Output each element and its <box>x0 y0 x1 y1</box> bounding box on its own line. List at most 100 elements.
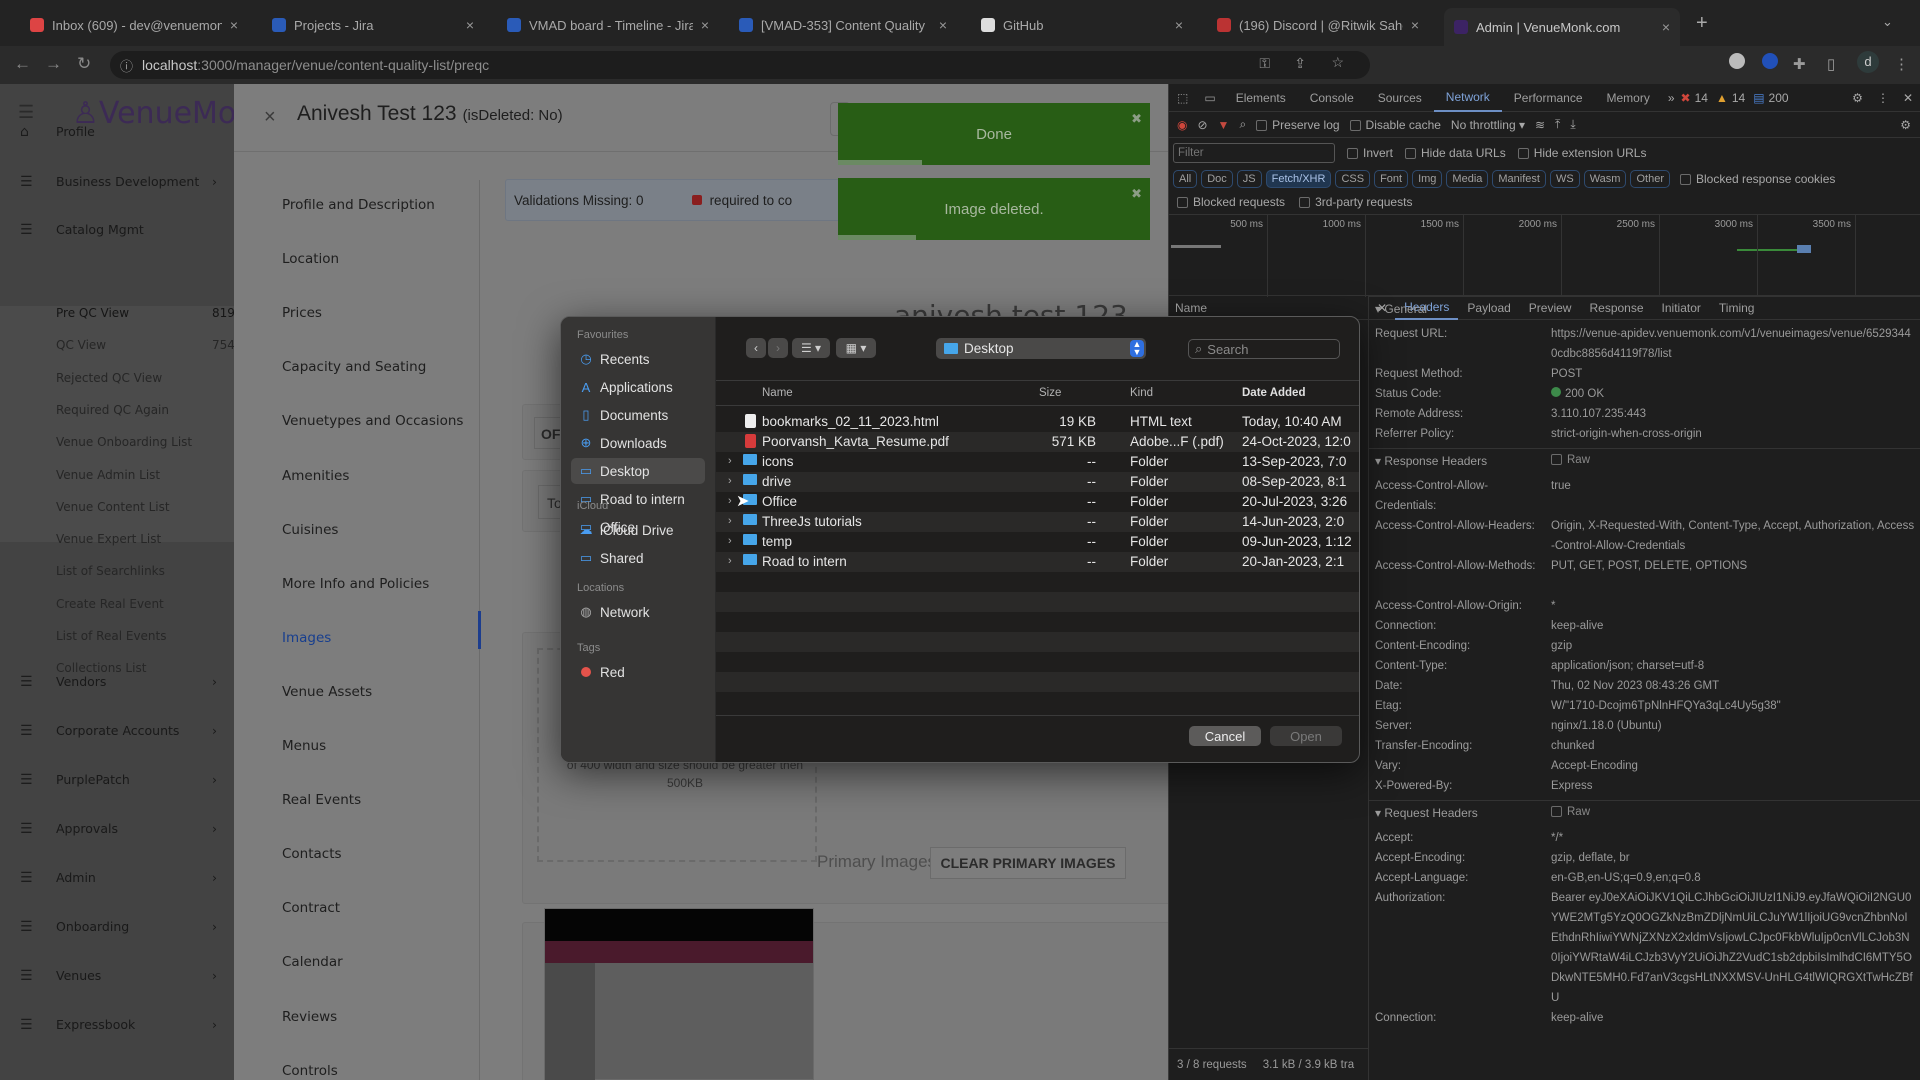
hide-data-urls-checkbox[interactable]: Hide data URLs <box>1405 146 1506 160</box>
error-icon[interactable]: ✖ <box>1681 91 1691 105</box>
section-header[interactable]: ▾ Response Headers <box>1375 454 1487 468</box>
devtools-tab[interactable]: Performance <box>1502 84 1595 112</box>
resource-type-filter[interactable]: Img <box>1412 170 1443 188</box>
browser-tab[interactable]: VMAD board - Timeline - Jira × <box>497 10 719 40</box>
info-icon[interactable]: ⓘ <box>120 56 133 75</box>
file-row[interactable]: › ThreeJs tutorials -- Folder 14-Jun-2023, 2… <box>716 512 1359 532</box>
list-view-button[interactable]: ☰ ▾ <box>792 338 830 358</box>
more-options-icon[interactable]: ⋮ <box>1871 91 1895 105</box>
resource-type-filter[interactable]: JS <box>1236 170 1262 188</box>
devtools-tab[interactable]: Memory <box>1595 84 1662 112</box>
section-nav-item[interactable]: Venue Assets <box>282 684 372 700</box>
catalog-subitem[interactable]: Collections List <box>56 661 234 675</box>
resource-type-filter[interactable]: CSS <box>1335 170 1371 188</box>
section-nav-item[interactable]: Images <box>282 630 331 646</box>
browser-tab[interactable]: Inbox (609) - dev@venuemonk × <box>20 10 248 40</box>
filter-icon[interactable]: ▼ <box>1218 118 1230 132</box>
sidebar-location[interactable]: ⊕ Downloads <box>571 430 705 456</box>
section-nav-item[interactable]: Controls <box>282 1063 338 1079</box>
browser-tab[interactable]: [VMAD-353] Content Quality × <box>729 10 957 40</box>
browser-tab[interactable]: Projects - Jira × <box>262 10 484 40</box>
devtools-tab[interactable]: Sources <box>1366 84 1434 112</box>
section-nav-item[interactable]: Cuisines <box>282 522 338 538</box>
section-nav-item[interactable]: Amenities <box>282 468 349 484</box>
back-button[interactable]: ‹ <box>746 338 766 358</box>
size-column[interactable]: Size <box>1039 387 1061 399</box>
catalog-subitem[interactable]: Venue Admin List <box>56 468 234 482</box>
network-settings-icon[interactable]: ⚙ <box>1900 118 1911 132</box>
device-toolbar-icon[interactable]: ▭ <box>1196 91 1223 105</box>
catalog-subitem[interactable]: QC View 754 <box>56 338 234 352</box>
catalog-subitem[interactable]: Venue Expert List <box>56 532 234 546</box>
primary-image-thumbnail[interactable] <box>544 908 814 1080</box>
devtools-tab[interactable]: Elements <box>1224 84 1298 112</box>
bookmark-star-icon[interactable]: ☆ <box>1331 54 1344 71</box>
inspect-element-icon[interactable]: ⬚ <box>1169 91 1196 105</box>
extension-d-icon[interactable] <box>1729 53 1745 69</box>
network-conditions-icon[interactable]: ≋ <box>1535 118 1545 132</box>
kind-column[interactable]: Kind <box>1130 387 1153 399</box>
resource-type-filter[interactable]: Media <box>1446 170 1489 188</box>
close-tab-icon[interactable]: × <box>1662 19 1670 35</box>
forward-icon[interactable]: → <box>45 54 62 74</box>
close-tab-icon[interactable]: × <box>701 17 709 33</box>
section-nav-item[interactable]: More Info and Policies <box>282 576 429 592</box>
settings-gear-icon[interactable]: ⚙ <box>1844 91 1871 105</box>
section-header[interactable]: ▾ Request Headers <box>1375 806 1478 820</box>
close-toast-icon[interactable]: ✖ <box>1131 186 1142 202</box>
sidebar-location[interactable]: ▭ Shared <box>571 545 705 571</box>
catalog-subitem[interactable]: List of Searchlinks <box>56 564 234 578</box>
tab-search-chevron-icon[interactable]: ⌄ <box>1882 14 1893 30</box>
toast-notification[interactable]: Done ✖ <box>838 103 1150 165</box>
disclosure-chevron-icon[interactable]: › <box>728 455 732 467</box>
more-tabs-icon[interactable]: » <box>1662 91 1681 105</box>
resource-type-filter[interactable]: Font <box>1374 170 1409 188</box>
file-row[interactable]: Poorvansh_Kavta_Resume.pdf 571 KB Adobe...… <box>716 432 1359 452</box>
sidebar-location[interactable]: ◍ Network <box>571 599 705 625</box>
section-nav-item[interactable]: Prices <box>282 305 322 321</box>
close-tab-icon[interactable]: × <box>1411 17 1419 33</box>
cancel-button[interactable]: Cancel <box>1189 726 1261 746</box>
close-devtools-icon[interactable]: ✕ <box>1895 91 1920 105</box>
hamburger-icon[interactable]: ☰ <box>18 102 34 123</box>
section-nav-item[interactable]: Reviews <box>282 1009 337 1025</box>
blocked-requests-checkbox[interactable]: Blocked requests <box>1177 195 1285 209</box>
disclosure-chevron-icon[interactable]: › <box>728 555 732 567</box>
warning-icon[interactable]: ▲ <box>1716 91 1728 105</box>
section-nav-item[interactable]: Real Events <box>282 792 361 808</box>
blocked-cookies-checkbox[interactable]: Blocked response cookies <box>1679 172 1835 186</box>
devtools-tab[interactable]: Console <box>1298 84 1366 112</box>
raw-checkbox[interactable]: Raw <box>1551 454 1590 466</box>
resource-type-filter[interactable]: Other <box>1630 170 1670 188</box>
grid-view-button[interactable]: ▦ ▾ <box>836 338 876 358</box>
preserve-log-checkbox[interactable]: Preserve log <box>1256 118 1340 132</box>
section-nav-item[interactable]: Contacts <box>282 846 342 862</box>
date-added-column[interactable]: Date Added <box>1242 387 1305 399</box>
section-nav-item[interactable]: Contract <box>282 900 340 916</box>
file-row[interactable]: › icons -- Folder 13-Sep-2023, 7:0 <box>716 452 1359 472</box>
file-row[interactable]: bookmarks_02_11_2023.html 19 KB HTML text T… <box>716 412 1359 432</box>
disclosure-chevron-icon[interactable]: › <box>728 495 732 507</box>
forward-button[interactable]: › <box>768 338 788 358</box>
search-icon[interactable]: ⌕ <box>1239 117 1246 132</box>
section-nav-item[interactable]: Venuetypes and Occasions <box>282 413 463 429</box>
disclosure-chevron-icon[interactable]: › <box>728 475 732 487</box>
sidebar-location[interactable]: A Applications <box>571 374 705 400</box>
close-drawer-icon[interactable]: × <box>264 106 276 129</box>
resource-type-filter[interactable]: All <box>1173 170 1198 188</box>
close-toast-icon[interactable]: ✖ <box>1131 111 1142 127</box>
file-row[interactable]: › temp -- Folder 09-Jun-2023, 1:12 <box>716 532 1359 552</box>
venuemonk-logo[interactable]: ♙VenueMonk <box>72 96 234 131</box>
sidebar-location[interactable]: ▯ Documents <box>571 402 705 428</box>
devtools-tab[interactable]: Network <box>1433 84 1502 112</box>
network-overview-timeline[interactable]: 500 ms 1000 ms 1500 ms 2000 ms 2500 ms 3000 m… <box>1169 214 1920 297</box>
browser-tab[interactable]: (196) Discord | @Ritwik Sahoo × <box>1207 10 1429 40</box>
close-tab-icon[interactable]: × <box>1175 17 1183 33</box>
close-tab-icon[interactable]: × <box>466 17 474 33</box>
close-tab-icon[interactable]: × <box>939 17 947 33</box>
resource-type-filter[interactable]: Doc <box>1201 170 1233 188</box>
sidebar-location[interactable]: ☁ iCloud Drive <box>571 517 705 543</box>
catalog-subitem[interactable]: Pre QC View 819 <box>56 306 234 320</box>
sidebar-location[interactable]: Red <box>571 659 705 685</box>
filter-input[interactable] <box>1173 143 1335 163</box>
